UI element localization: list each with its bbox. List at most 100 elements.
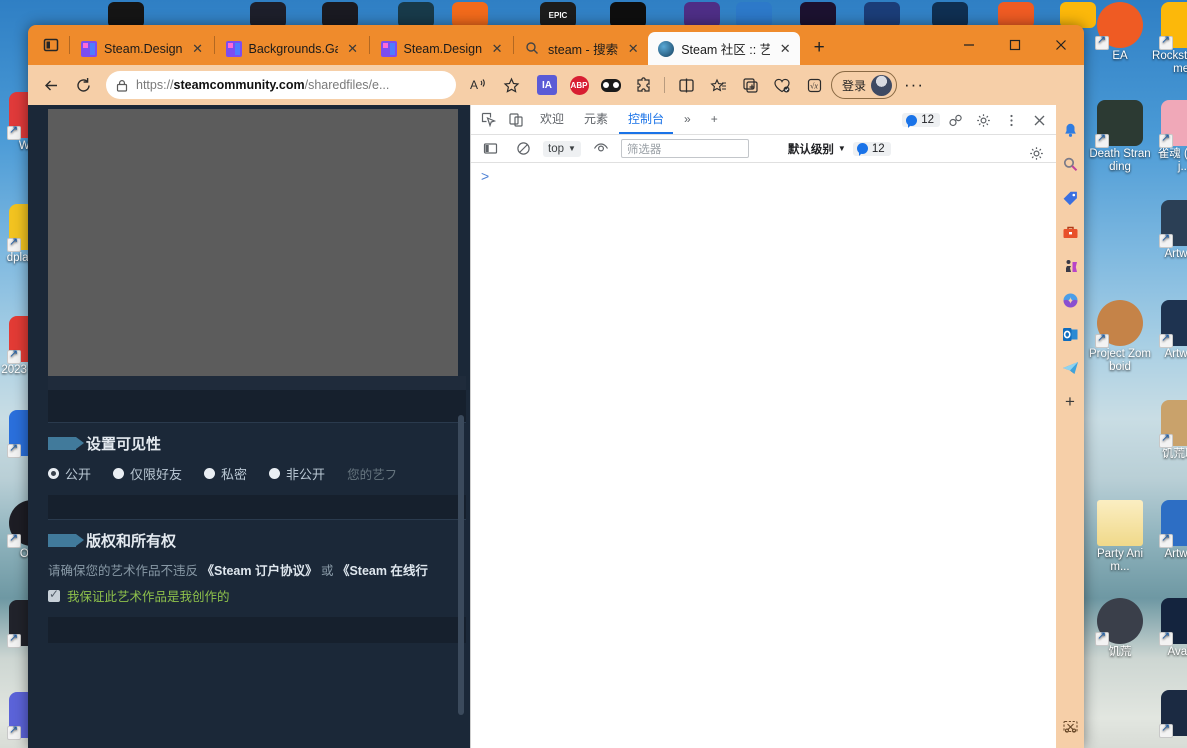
minimize-button[interactable] xyxy=(946,25,992,65)
desktop-icon-right-2[interactable]: Death Stranding xyxy=(1088,100,1152,174)
browser-tab-2[interactable]: Backgrounds.Gall ✕ xyxy=(216,32,368,65)
close-icon[interactable]: ✕ xyxy=(489,41,505,57)
split-screen-icon[interactable] xyxy=(671,70,701,100)
tools-briefcase-icon[interactable] xyxy=(1059,221,1081,243)
desktop-icon-right-6[interactable]: Artwork xyxy=(1152,300,1187,361)
devtools-add-tab-icon[interactable]: + xyxy=(702,105,727,134)
browser-toolbar: https://steamcommunity.com/sharedfiles/e… xyxy=(28,65,1084,105)
reload-button[interactable] xyxy=(68,70,98,100)
visibility-hint: 您的艺フ xyxy=(347,468,398,482)
kebab-menu-icon[interactable] xyxy=(998,107,1024,133)
clear-console-icon[interactable] xyxy=(510,136,536,162)
desktop-icon-right-5[interactable]: Project Zomboid xyxy=(1088,300,1152,374)
puzzle-extensions-icon[interactable] xyxy=(628,70,658,100)
close-icon[interactable]: ✕ xyxy=(345,41,361,57)
telegram-icon[interactable] xyxy=(1059,357,1081,379)
math-solver-icon[interactable]: √x xyxy=(799,70,829,100)
desktop-icon-right-7[interactable]: 饥荒联... xyxy=(1152,400,1187,461)
back-button[interactable] xyxy=(36,70,66,100)
sign-in-button[interactable]: 登录 xyxy=(831,71,898,99)
page-scrollbar[interactable] xyxy=(458,415,464,715)
desktop-icon-right-0[interactable]: EA xyxy=(1088,2,1152,63)
option-label: 私密 xyxy=(221,467,248,482)
browser-settings-more-icon[interactable]: ··· xyxy=(899,70,929,100)
console-filter-input[interactable]: 筛选器 xyxy=(620,139,749,158)
shortcut-arrow-icon xyxy=(7,632,21,648)
devtools-tab-console[interactable]: 控制台 xyxy=(619,105,674,134)
bitwarden-icon[interactable] xyxy=(596,70,626,100)
radio-icon xyxy=(269,468,281,479)
address-bar[interactable]: https://steamcommunity.com/sharedfiles/e… xyxy=(106,71,456,99)
close-window-button[interactable] xyxy=(1038,25,1084,65)
add-sidebar-app-icon[interactable]: + xyxy=(1059,391,1081,413)
console-sidebar-icon[interactable] xyxy=(477,136,503,162)
url-path: /sharedfiles/e... xyxy=(304,78,390,92)
screenshot-snip-icon[interactable] xyxy=(1056,719,1084,736)
browser-tab-1[interactable]: Steam.Design ✕ xyxy=(71,32,213,65)
desktop-icon-right-3[interactable]: 雀魂 (Mahj... xyxy=(1152,100,1187,174)
visibility-header: 设置可见性 xyxy=(48,433,466,454)
console-output[interactable]: > xyxy=(471,163,1056,748)
outlook-icon[interactable] xyxy=(1059,323,1081,345)
devtools-more-tabs-icon[interactable]: » xyxy=(675,105,700,134)
browser-tab-4[interactable]: steam - 搜索 ✕ xyxy=(515,32,648,65)
live-expression-icon[interactable] xyxy=(588,136,614,162)
close-icon[interactable]: ✕ xyxy=(777,41,793,57)
execution-context-selector[interactable]: top ▼ xyxy=(543,140,581,157)
desktop-icon-right-11[interactable]: Avatar xyxy=(1152,598,1187,659)
devtools-tab-welcome[interactable]: 欢迎 xyxy=(531,105,573,134)
cloud-devices-icon[interactable] xyxy=(942,107,968,133)
tab-separator xyxy=(213,36,215,54)
visibility-option-unlisted[interactable]: 非公开 xyxy=(269,464,325,483)
online-conduct-link[interactable]: 《Steam 在线行 xyxy=(337,564,428,578)
radio-icon xyxy=(204,468,216,479)
notifications-bell-icon[interactable] xyxy=(1059,119,1081,141)
visibility-option-private[interactable]: 私密 xyxy=(204,464,247,483)
browser-essentials-icon[interactable] xyxy=(767,70,797,100)
gear-icon[interactable] xyxy=(970,107,996,133)
desktop-icon-label: Death Stranding xyxy=(1089,148,1151,173)
devtools-tab-elements[interactable]: 元素 xyxy=(575,105,617,134)
star-icon[interactable] xyxy=(496,70,526,100)
tab-actions-icon[interactable] xyxy=(34,25,68,65)
collections-icon[interactable] xyxy=(703,70,733,100)
ia-extension-icon[interactable]: IA xyxy=(532,70,562,100)
close-icon[interactable] xyxy=(1026,107,1052,133)
search-icon xyxy=(525,41,541,57)
subscriber-agreement-link[interactable]: 《Steam 订户协议》 xyxy=(201,564,317,578)
copilot-icon[interactable] xyxy=(1059,289,1081,311)
desktop-icon-right-4[interactable]: Artwork xyxy=(1152,200,1187,261)
games-icon[interactable] xyxy=(1059,255,1081,277)
desktop-icon-right-9[interactable]: Artwork xyxy=(1152,500,1187,561)
browser-tab-3[interactable]: Steam.Design ✕ xyxy=(371,32,513,65)
desktop-icon-right-8[interactable]: Party Anim... xyxy=(1088,500,1152,574)
copilot-pages-icon[interactable] xyxy=(735,70,765,100)
search-icon[interactable] xyxy=(1059,153,1081,175)
visibility-option-friends-only[interactable]: 仅限好友 xyxy=(113,464,182,483)
inspect-element-icon[interactable] xyxy=(475,107,501,133)
desktop-icon-right-12[interactable] xyxy=(1152,690,1187,738)
maximize-button[interactable] xyxy=(992,25,1038,65)
adblock-plus-icon[interactable]: ABP xyxy=(564,70,594,100)
desktop-icon-label: Artwork xyxy=(1164,548,1187,560)
read-aloud-icon[interactable]: A xyxy=(464,70,494,100)
desktop-icon-image xyxy=(1095,598,1143,646)
console-settings-gear-icon[interactable] xyxy=(1023,140,1049,166)
artwork-preview-placeholder[interactable] xyxy=(48,109,458,376)
visibility-option-public[interactable]: 公开 xyxy=(48,464,91,483)
checkbox-icon[interactable] xyxy=(48,587,60,602)
new-tab-button[interactable]: + xyxy=(804,33,834,63)
log-level-selector[interactable]: 默认级别 ▼ xyxy=(788,141,846,157)
desktop-icon-right-1[interactable]: Rockstar Games xyxy=(1152,2,1187,76)
close-icon[interactable]: ✕ xyxy=(190,41,206,57)
own-artwork-checkbox-row[interactable]: 我保证此艺术作品是我创作的 xyxy=(48,586,466,605)
console-issues-badge[interactable]: 12 xyxy=(852,141,891,156)
issues-badge[interactable]: 12 xyxy=(902,113,940,128)
shortcut-arrow-icon xyxy=(7,124,21,140)
device-toolbar-icon[interactable] xyxy=(503,107,529,133)
desktop-icon-right-10[interactable]: 饥荒 xyxy=(1088,598,1152,659)
shortcut-arrow-icon xyxy=(7,442,21,458)
close-icon[interactable]: ✕ xyxy=(625,41,641,57)
browser-tab-5-active[interactable]: Steam 社区 :: 艺术 ✕ xyxy=(648,32,801,65)
shopping-tag-icon[interactable] xyxy=(1059,187,1081,209)
